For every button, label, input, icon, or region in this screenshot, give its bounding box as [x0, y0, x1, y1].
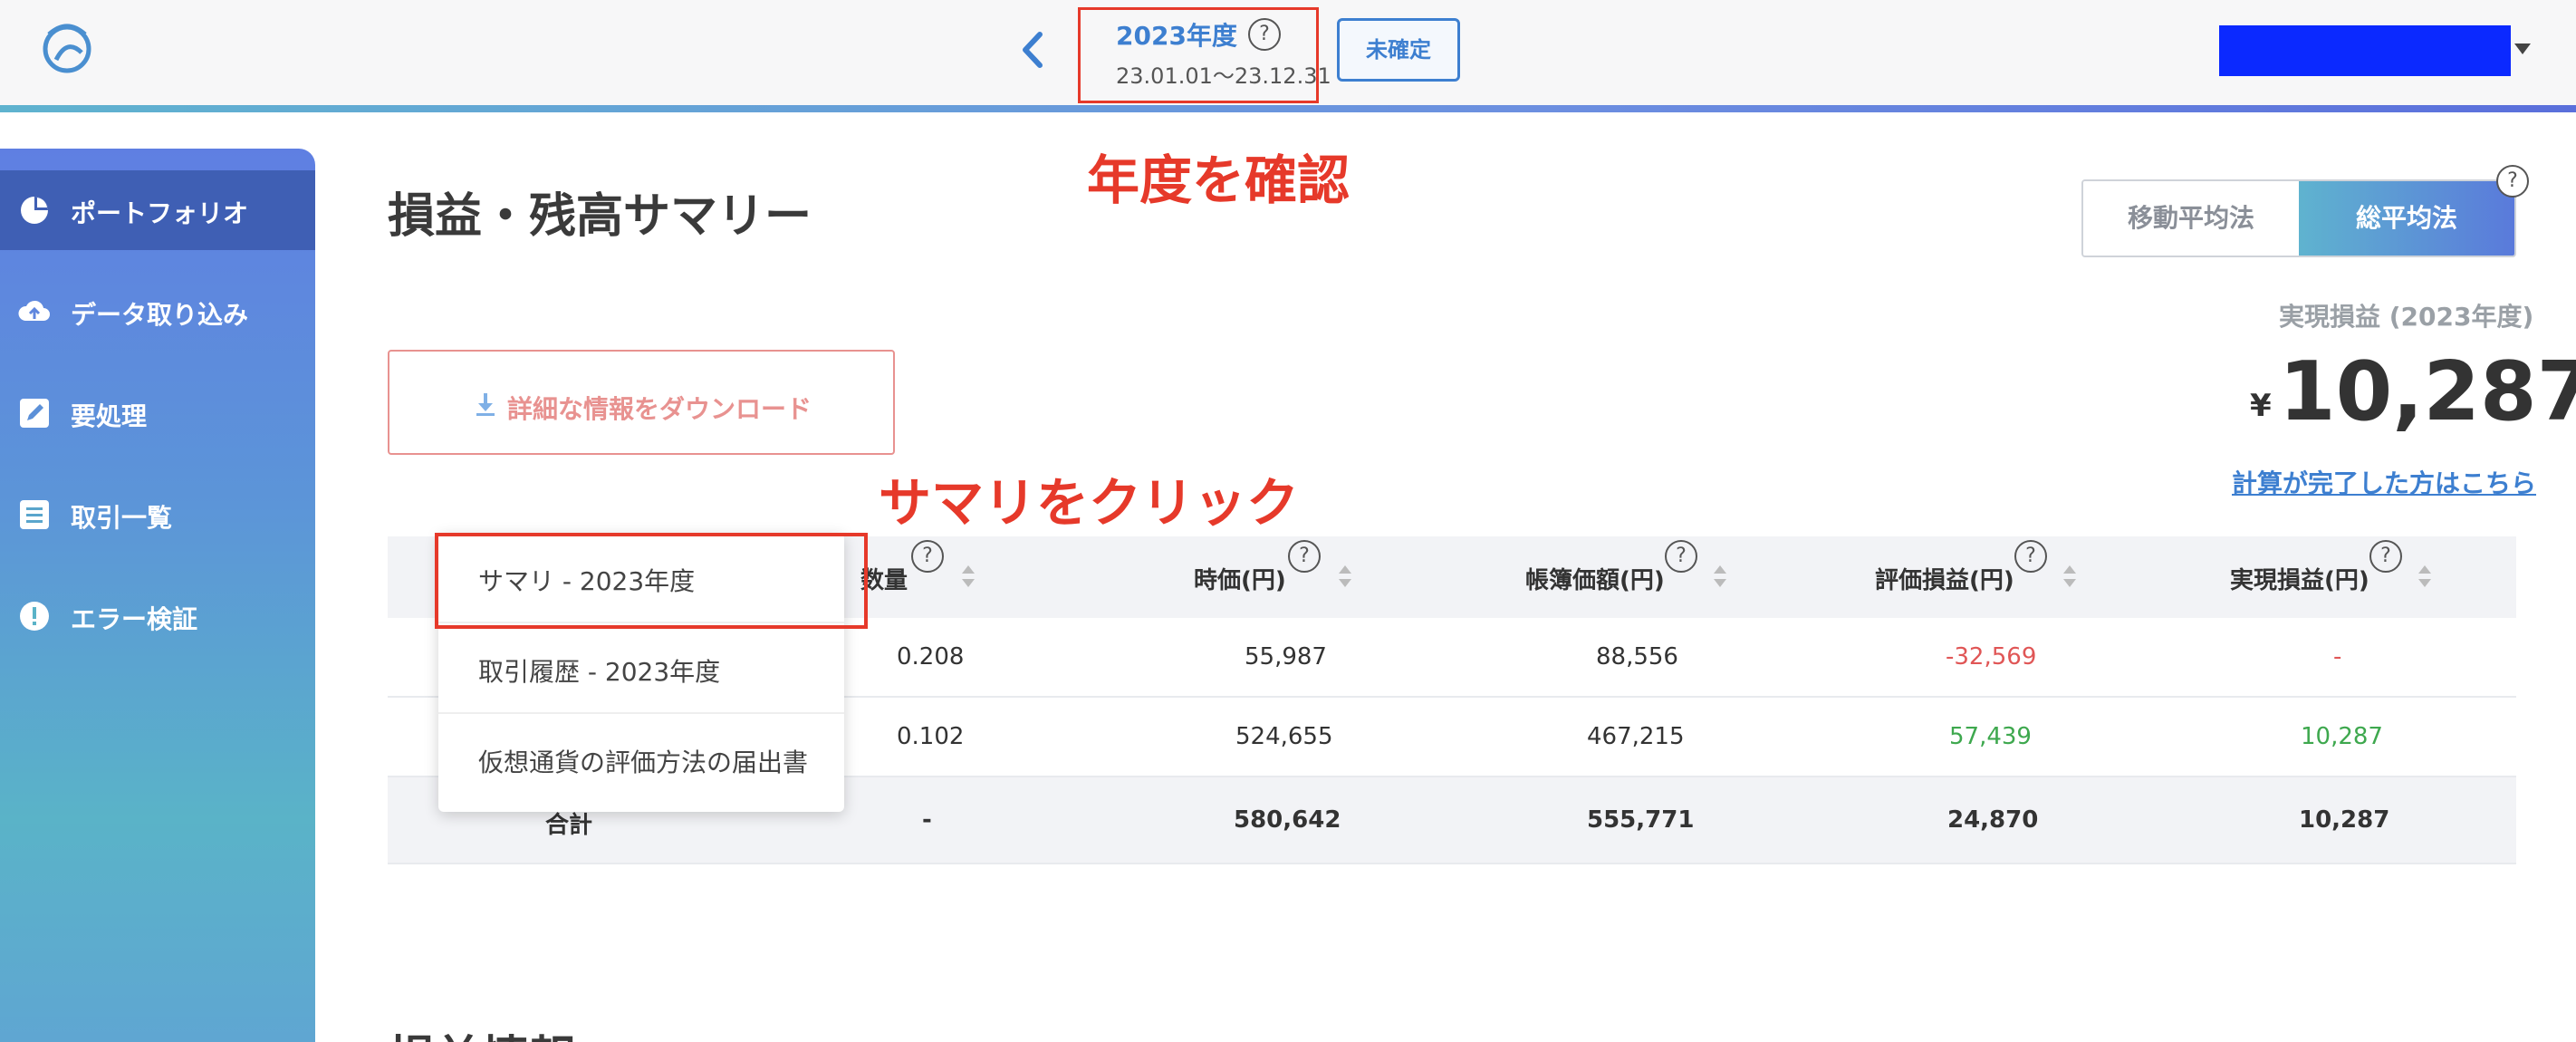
realized-pl-label: 実現損益 (2023年度): [2279, 302, 2534, 332]
sidebar: ポートフォリオ データ取り込み 要処理 取引一覧 エラー検証: [0, 149, 315, 1042]
book-value-help-icon[interactable]: ?: [1665, 540, 1697, 573]
cost-method-toggle: 移動平均法 総平均法: [2081, 179, 2516, 257]
sidebar-item-label: 取引一覧: [71, 503, 173, 533]
section-heading-pl-info: 損益情報: [388, 1020, 576, 1042]
header-accent-line: [0, 105, 2576, 112]
sidebar-item-action-required[interactable]: 要処理: [0, 373, 315, 453]
quantity-help-icon[interactable]: ?: [911, 540, 944, 573]
prev-year-chevron-icon[interactable]: [1014, 27, 1051, 72]
fiscal-year-help-icon[interactable]: ?: [1248, 18, 1281, 51]
page-title: 損益・残高サマリー: [388, 189, 812, 244]
sidebar-item-portfolio[interactable]: ポートフォリオ: [0, 170, 315, 250]
download-icon: [476, 393, 495, 416]
cell-unrealized-pl: 24,870: [1947, 806, 2039, 834]
cell-realized-pl: 10,287: [2301, 723, 2383, 750]
realized-pl-value: 10,287: [2279, 344, 2576, 439]
cell-realized-pl: 10,287: [2299, 806, 2390, 834]
cell-quantity: 0.208: [897, 643, 965, 671]
fiscal-year-label[interactable]: 2023年度: [1116, 16, 1237, 53]
cell-realized-pl: -: [2333, 643, 2342, 671]
sort-icon[interactable]: [2417, 564, 2433, 589]
sidebar-item-transactions[interactable]: 取引一覧: [0, 475, 315, 555]
account-dropdown-caret-icon[interactable]: [2514, 43, 2531, 54]
cell-market-value: 580,642: [1234, 806, 1341, 834]
sort-icon[interactable]: [2062, 564, 2078, 589]
sidebar-item-label: データ取り込み: [71, 300, 249, 330]
cell-book-value: 467,215: [1587, 723, 1685, 750]
account-selector[interactable]: [2219, 25, 2511, 76]
download-details-button[interactable]: 詳細な情報をダウンロード: [388, 350, 895, 455]
sort-icon[interactable]: [1712, 564, 1728, 589]
column-header-book-value[interactable]: 帳簿価額(円): [1525, 562, 1665, 595]
column-header-market-value[interactable]: 時価(円): [1194, 562, 1286, 595]
app-page: 2023年度 ? 23.01.01〜23.12.31 未確定 ポートフォリオ デ…: [0, 0, 2576, 1042]
sidebar-item-data-import[interactable]: データ取り込み: [0, 272, 315, 352]
cell-book-value: 88,556: [1596, 643, 1678, 671]
cell-book-value: 555,771: [1587, 806, 1695, 834]
cell-market-value: 55,987: [1245, 643, 1327, 671]
column-header-unrealized-pl[interactable]: 評価損益(円): [1875, 562, 2014, 595]
sort-icon[interactable]: [960, 564, 976, 589]
unconfirmed-status-button[interactable]: 未確定: [1337, 18, 1460, 82]
cell-market-value: 524,655: [1235, 723, 1333, 750]
moving-average-button[interactable]: 移動平均法: [2083, 181, 2299, 256]
unrealized-pl-help-icon[interactable]: ?: [2014, 540, 2047, 573]
edit-icon: [20, 399, 49, 428]
calc-complete-link[interactable]: 計算が完了した方はこちら: [2232, 464, 2536, 500]
sort-icon[interactable]: [1337, 564, 1353, 589]
list-icon: [20, 500, 49, 529]
annotation-click-summary: サマリをクリック: [879, 472, 1300, 534]
app-logo-icon[interactable]: [36, 16, 98, 78]
cost-method-help-icon[interactable]: ?: [2496, 165, 2529, 198]
pie-chart-icon: [21, 197, 48, 224]
dropdown-item-label: 仮想通貨の評価方法の届出書: [478, 748, 809, 777]
dropdown-item-label: 取引履歴 - 2023年度: [478, 657, 721, 687]
dropdown-item-trade-history[interactable]: 取引履歴 - 2023年度: [438, 623, 844, 712]
column-header-realized-pl[interactable]: 実現損益(円): [2230, 562, 2369, 595]
sidebar-item-error-check[interactable]: エラー検証: [0, 576, 315, 656]
total-average-button[interactable]: 総平均法: [2299, 181, 2514, 256]
dropdown-item-valuation-notice[interactable]: 仮想通貨の評価方法の届出書: [438, 714, 844, 803]
summary-item-highlight: [435, 533, 868, 629]
cloud-upload-icon: [18, 300, 50, 321]
cell-quantity: 0.102: [897, 723, 965, 750]
download-button-label: 詳細な情報をダウンロード: [507, 394, 812, 424]
sidebar-item-label: 要処理: [71, 401, 148, 431]
cell-quantity: -: [922, 806, 932, 834]
sidebar-item-label: ポートフォリオ: [71, 198, 249, 228]
top-header: 2023年度 ? 23.01.01〜23.12.31 未確定: [0, 0, 2576, 105]
market-value-help-icon[interactable]: ?: [1288, 540, 1321, 573]
fiscal-year-range: 23.01.01〜23.12.31: [1116, 63, 1331, 89]
alert-icon: [20, 602, 49, 631]
annotation-check-year: 年度を確認: [1087, 150, 1350, 211]
cell-unrealized-pl: -32,569: [1946, 643, 2037, 671]
sidebar-item-label: エラー検証: [71, 604, 198, 634]
cell-unrealized-pl: 57,439: [1949, 723, 2032, 750]
currency-symbol: ¥: [2250, 388, 2272, 424]
realized-pl-help-icon[interactable]: ?: [2369, 540, 2402, 573]
